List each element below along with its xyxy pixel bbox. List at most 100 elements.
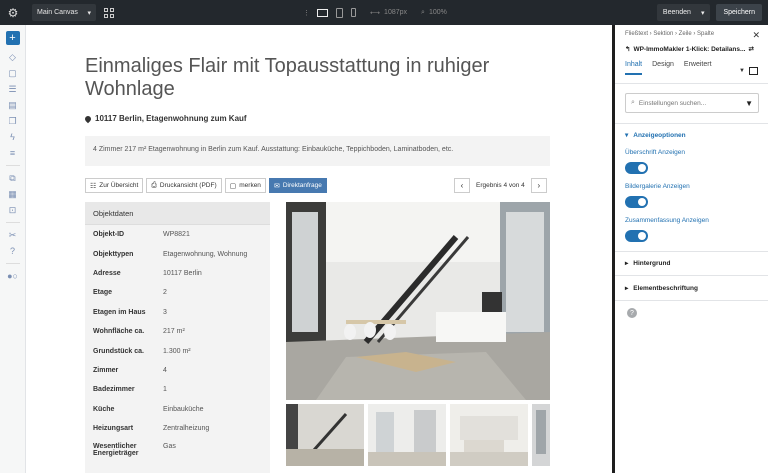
copy-icon[interactable]: ❐ [6, 113, 20, 129]
tab-inhalt[interactable]: Inhalt [625, 61, 643, 75]
row-value: 1 [163, 386, 167, 394]
thumbnail[interactable] [532, 404, 550, 466]
row-value: 1.300 m² [163, 347, 191, 355]
row-key: Objekt-ID [93, 231, 125, 239]
help-icon[interactable]: ? [627, 308, 637, 318]
search-input[interactable] [638, 99, 739, 107]
save-button[interactable]: Speichern [716, 4, 762, 21]
left-toolbar: + ◇ ▢ ☰ ▤ ❐ ϟ ≡ ⧉ ▦ ⊡ ✂ ? ●○ [0, 25, 26, 473]
thumbnail[interactable] [286, 404, 364, 466]
thumbnail[interactable] [450, 404, 528, 466]
back-arrow-icon[interactable]: ↰ [625, 45, 630, 53]
bookmark-button[interactable]: ▢ merken [224, 178, 266, 193]
print-button[interactable]: ⎙ Druckansicht (PDF) [146, 178, 222, 193]
width-value: 1087px [384, 9, 408, 16]
sliders-icon[interactable]: ≡ [6, 145, 20, 161]
more-dots-icon[interactable]: ⋮ [303, 9, 310, 17]
zoom-icon: ⌕ [421, 8, 425, 16]
row-value: 4 [163, 366, 167, 374]
divider [5, 263, 20, 264]
tab-tools: ▼ [739, 67, 758, 75]
zoom-field[interactable]: ⌕ 100% [421, 9, 447, 17]
preset-square-icon[interactable] [749, 67, 758, 75]
section-anzeigeoptionen[interactable]: ▾ Anzeigeoptionen [625, 131, 686, 140]
toggle-icon[interactable]: ●○ [6, 268, 20, 284]
module-title-text: WP-ImmoMakler 1-Klick: Detailans... [633, 45, 746, 53]
canvas-select[interactable]: Main Canvas ▾ [32, 4, 96, 21]
chevron-down-icon: ▾ [700, 9, 705, 17]
exit-button[interactable]: Beenden ▾ [656, 4, 711, 21]
library-icon[interactable]: ▤ [6, 97, 20, 113]
toggle-switch-summary[interactable] [625, 230, 648, 242]
zoom-value: 100% [428, 9, 447, 16]
help-icon[interactable]: ? [6, 243, 20, 259]
row-value: 217 m² [163, 328, 185, 336]
layers-icon[interactable]: ◇ [6, 49, 20, 65]
settings-panel: Fließtext › Sektion › Zeile › Spalte ✕ ↰… [612, 25, 768, 473]
inquiry-button[interactable]: ✉ Direktanfrage [268, 178, 327, 193]
main-property-image[interactable] [286, 202, 550, 400]
overview-button[interactable]: ☷ Zur Übersicht [85, 178, 144, 193]
page-title: Einmaliges Flair mit Topausstattung in r… [85, 55, 490, 100]
breadcrumb[interactable]: Fließtext › Sektion › Zeile › Spalte [625, 31, 714, 37]
tools-icon[interactable]: ✂ [6, 227, 20, 243]
action-bar: ☷ Zur Übersicht ⎙ Druckansicht (PDF) ▢ merk… [85, 178, 327, 193]
section-title: Hintergrund [633, 259, 671, 267]
bolt-icon[interactable]: ϟ [6, 129, 20, 145]
table-row: Heizungsart Zentralheizung [85, 419, 270, 438]
section-elementbeschriftung[interactable]: ▸ Elementbeschriftung [625, 284, 698, 293]
thumbnail-strip [286, 404, 550, 466]
desktop-view-icon[interactable] [317, 8, 328, 17]
toggle-label: Bildergalerie Anzeigen [625, 183, 690, 190]
top-toolbar: ⚙ Main Canvas ▾ ⋮ ⟷ 1087px ⌕ 100% Beende… [0, 0, 768, 25]
swap-icon[interactable]: ⇄ [748, 45, 753, 53]
map-pin-icon [83, 114, 93, 123]
toggle-label: Zusammenfassung Anzeigen [625, 217, 709, 224]
add-icon[interactable]: + [5, 31, 20, 45]
tablet-view-icon[interactable] [336, 7, 343, 18]
tab-erweitert[interactable]: Erweitert [684, 61, 712, 75]
row-value: Zentralheizung [163, 425, 210, 433]
database-icon[interactable]: ☰ [6, 81, 20, 97]
pages-icon[interactable]: ▢ [6, 65, 20, 81]
toggle-switch-heading[interactable] [625, 162, 648, 174]
caret-right-icon: ▸ [625, 260, 629, 267]
layers-grid-icon[interactable] [104, 7, 114, 18]
layout-icon[interactable]: ▦ [6, 186, 20, 202]
row-key: Grundstück ca. [93, 347, 144, 355]
module-title: ↰ WP-ImmoMakler 1-Klick: Detailans... ⇄ [625, 45, 760, 54]
exit-label: Beenden [662, 9, 691, 16]
thumbnail-image [532, 404, 550, 466]
row-value: 10117 Berlin [163, 269, 202, 277]
next-button[interactable]: › [530, 178, 547, 193]
settings-page-icon[interactable]: ⊡ [6, 202, 20, 218]
row-value: 2 [163, 289, 167, 297]
phone-view-icon[interactable] [351, 8, 356, 17]
tab-design[interactable]: Design [652, 61, 674, 75]
object-data-title: Objektdaten [85, 202, 270, 225]
thumbnail-image [368, 404, 446, 466]
thumbnail[interactable] [368, 404, 446, 466]
row-value: 3 [163, 308, 167, 316]
clone-icon[interactable]: ⧉ [6, 170, 20, 186]
section-hintergrund[interactable]: ▸ Hintergrund [625, 259, 671, 268]
prev-button[interactable]: ‹ [454, 178, 470, 193]
close-icon[interactable]: ✕ [752, 30, 760, 41]
table-row: Adresse 10117 Berlin [85, 264, 270, 283]
section-title: Anzeigeoptionen [633, 131, 686, 139]
filter-icon[interactable]: ▼ [745, 99, 753, 108]
table-row: Etage 2 [85, 283, 270, 302]
thumbnail-image [286, 404, 364, 466]
row-value: Etagenwohnung, Wohnung [163, 250, 248, 258]
canvas-select-label: Main Canvas [37, 9, 78, 16]
list-icon: ☷ [90, 182, 97, 190]
divider [615, 83, 768, 84]
bookmark-label: merken [239, 182, 261, 189]
width-icon: ⟷ [370, 9, 381, 17]
caret-down-icon[interactable]: ▼ [739, 68, 745, 74]
gear-icon[interactable]: ⚙ [0, 0, 26, 25]
toggle-switch-gallery[interactable] [625, 196, 648, 208]
settings-search[interactable]: ⌕ ▼ [625, 93, 759, 113]
divider [615, 251, 768, 252]
width-field[interactable]: ⟷ 1087px [370, 9, 407, 17]
